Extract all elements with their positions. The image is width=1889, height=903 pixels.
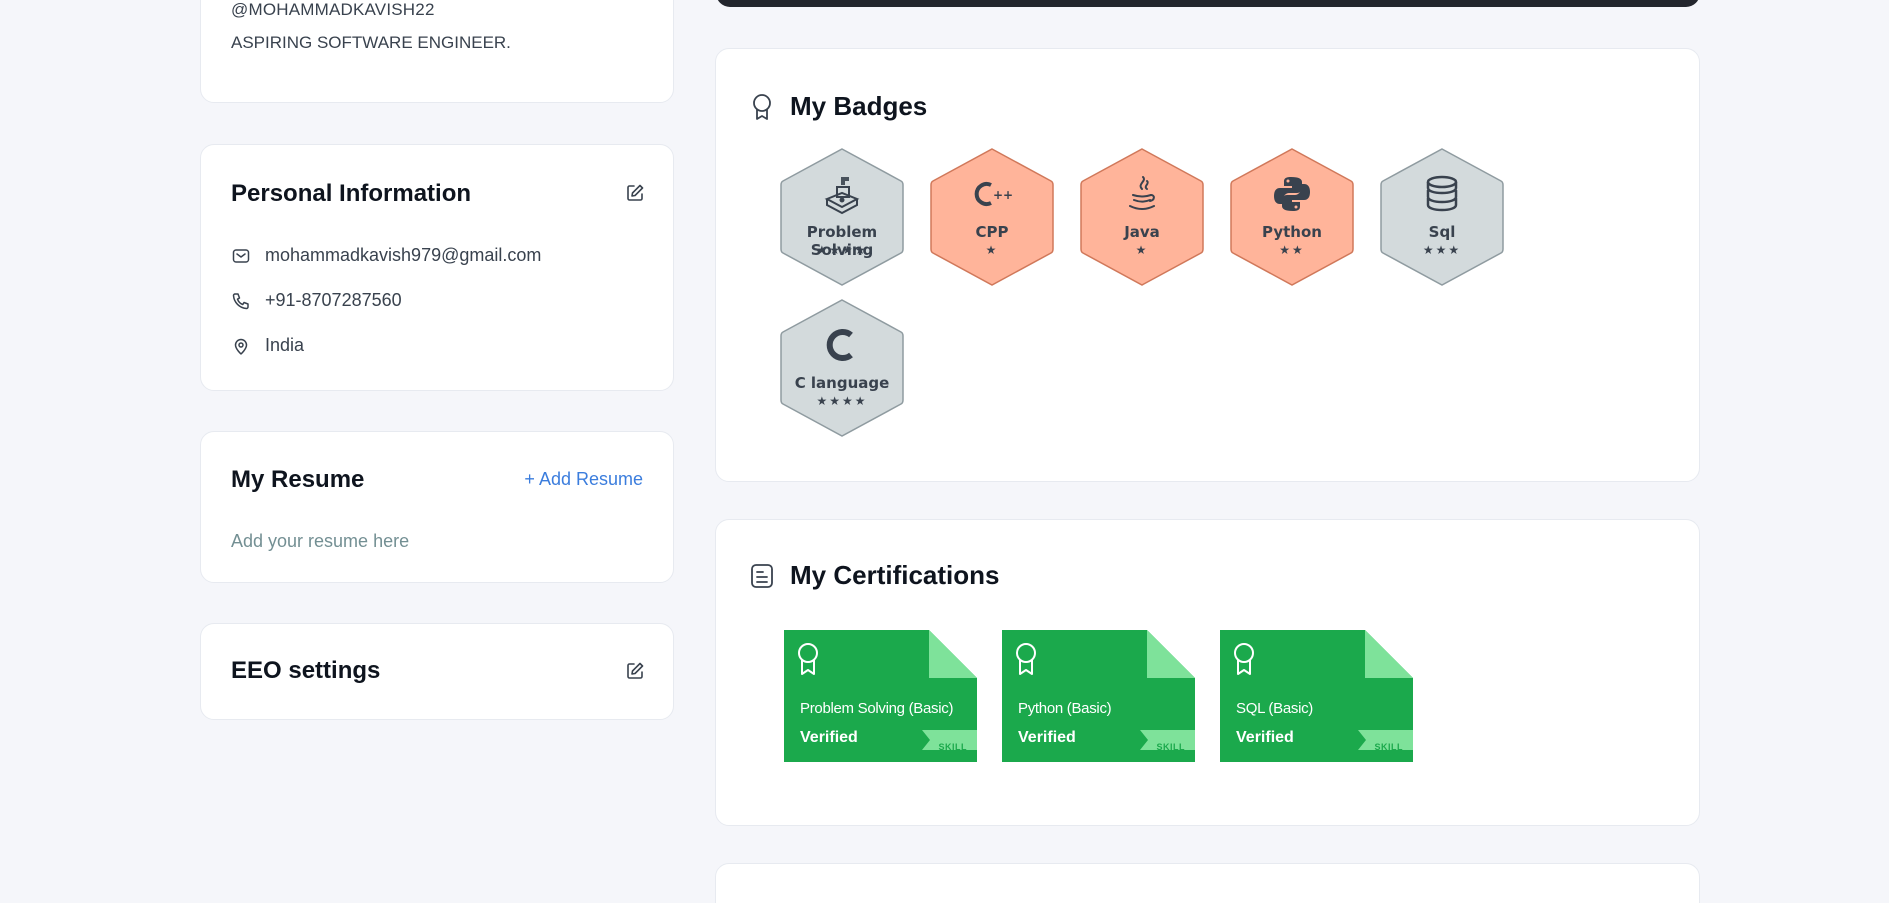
certificate-status: Verified [1236,729,1294,746]
badge-stars: ★ [985,243,999,257]
certificate-card[interactable]: Python (Basic) Verified SKILL [1002,630,1195,762]
badge-python[interactable]: Python ★★ [1229,147,1355,287]
phone-value: +91-8707287560 [265,290,402,310]
certificate-name: SQL (Basic) [1236,700,1313,717]
badge-name: Java [1124,223,1160,241]
problem-solving-icon [779,173,905,215]
top-dark-bar [716,0,1700,7]
personal-information-card: Personal Information mohammadkavish979@g… [200,144,674,391]
edit-icon[interactable] [625,661,645,681]
badge-stars: ★ [1135,243,1149,257]
location-row: India [231,335,304,356]
add-resume-link[interactable]: + Add Resume [524,469,643,490]
certifications-title: My Certifications [790,560,1000,590]
badge-stars: ★★ [1279,243,1305,257]
profile-handle: @MOHAMMADKAVISH22 [231,0,435,19]
cpp-icon: ++ [929,173,1055,215]
certifications-header: My Certifications [750,560,1000,591]
edit-icon[interactable] [625,183,645,203]
database-icon [1379,173,1505,215]
certificate-card[interactable]: SQL (Basic) Verified SKILL [1220,630,1413,762]
badge-sql[interactable]: Sql ★★★ [1379,147,1505,287]
badge-cpp[interactable]: ++ CPP ★ [929,147,1055,287]
certifications-card: My Certifications Problem Solving (Basic… [715,519,1700,826]
award-icon [1232,642,1256,676]
next-section-card [715,863,1700,903]
mail-icon [231,246,251,266]
certificate-tag: SKILL [938,742,967,752]
email-row: mohammadkavish979@gmail.com [231,245,541,266]
svg-text:++: ++ [993,188,1013,202]
badge-problem-solving[interactable]: Problem Solving ★★★★ [779,147,905,287]
award-icon [796,642,820,676]
badge-name: C language [794,374,890,392]
location-value: India [265,335,305,355]
java-icon [1079,173,1205,215]
badges-card: My Badges Problem Solving ★★★★ ++ CPP ★ [715,48,1700,482]
certificate-name: Python (Basic) [1018,700,1112,717]
personal-information-title: Personal Information [231,180,472,207]
certificate-tag: SKILL [1374,742,1403,752]
badge-name: Python [1262,223,1322,241]
location-pin-icon [231,336,251,356]
resume-card: My Resume + Add Resume Add your resume h… [200,431,674,583]
eeo-settings-card: EEO settings [200,623,674,720]
badge-c-language[interactable]: C language ★★★★ [779,298,905,438]
badge-name: CPP [975,223,1009,241]
profile-card: @MOHAMMADKAVISH22 ASPIRING SOFTWARE ENGI… [200,0,674,103]
certificate-card[interactable]: Problem Solving (Basic) Verified SKILL [784,630,977,762]
resume-title: My Resume [231,466,365,493]
email-value: mohammadkavish979@gmail.com [265,245,542,265]
badges-header: My Badges [750,91,927,122]
resume-placeholder: Add your resume here [231,531,410,551]
badge-stars: ★★★★ [816,394,868,408]
profile-headline: ASPIRING SOFTWARE ENGINEER. [231,33,511,52]
eeo-settings-title: EEO settings [231,657,381,684]
award-icon [750,93,774,121]
badge-java[interactable]: Java ★ [1079,147,1205,287]
badge-name: Sql [1428,223,1456,241]
document-icon [750,562,774,590]
certificate-name: Problem Solving (Basic) [800,700,954,717]
award-icon [1014,642,1038,676]
c-icon [779,324,905,366]
phone-row: +91-8707287560 [231,290,402,311]
python-icon [1229,173,1355,215]
badge-stars: ★★★★ [816,243,868,257]
phone-icon [231,291,251,311]
certificate-tag: SKILL [1156,742,1185,752]
certificate-status: Verified [1018,729,1076,746]
badges-title: My Badges [790,91,928,121]
badge-stars: ★★★ [1422,243,1462,257]
certificate-status: Verified [800,729,858,746]
